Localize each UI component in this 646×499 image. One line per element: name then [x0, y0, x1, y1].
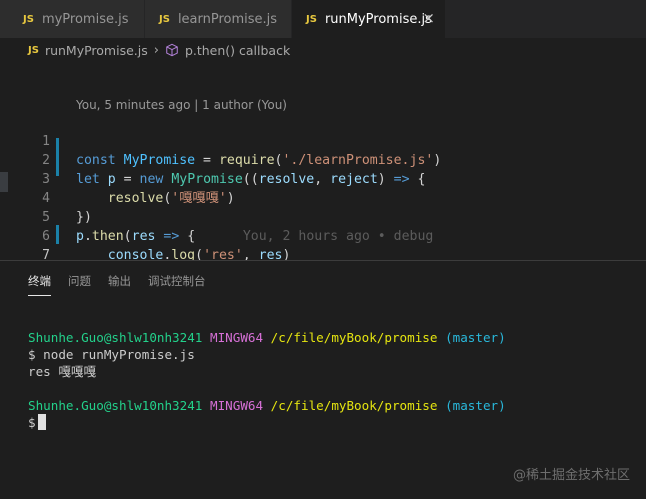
code-editor[interactable]: You, 5 minutes ago | 1 author (You) 1 co…: [0, 62, 646, 282]
codelens-blame[interactable]: You, 5 minutes ago | 1 author (You): [76, 98, 287, 112]
code-line-1: 1 const MyPromise = require('./learnProm…: [0, 113, 646, 168]
code-line-6: 6 console.log('res', res): [0, 208, 646, 263]
activity-indicator: [0, 172, 8, 192]
breadcrumb-file[interactable]: runMyPromise.js: [45, 43, 148, 58]
tab-learnpromise[interactable]: JS learnPromise.js: [145, 0, 291, 38]
tab-runmypromise[interactable]: JS runMyPromise.js ×: [292, 0, 445, 38]
javascript-file-icon: JS: [28, 44, 39, 56]
terminal-command: $ node runMyPromise.js: [28, 347, 195, 362]
terminal-branch: (master): [445, 330, 506, 345]
panel-tab-strip: 终端 问题 输出 调试控制台: [28, 273, 223, 296]
breadcrumb-symbol[interactable]: p.then() callback: [185, 43, 290, 58]
code-line-2: 2 let p = new MyPromise((resolve, reject…: [0, 132, 646, 187]
terminal-user: Shunhe.Guo@shlw10nh3241: [28, 398, 203, 413]
code-line-4: 4 }): [0, 170, 646, 225]
terminal-prompt-line: Shunhe.Guo@shlw10nh3241 MINGW64 /c/file/…: [28, 397, 506, 414]
javascript-file-icon: JS: [306, 13, 317, 25]
tab-problems[interactable]: 问题: [68, 273, 91, 296]
tab-mypromise[interactable]: JS myPromise.js: [0, 0, 144, 38]
editor-tab-bar: JS myPromise.js JS learnPromise.js JS ru…: [0, 0, 646, 38]
tab-label: myPromise.js: [41, 11, 129, 27]
code-line-7: 7 },()=>{}): [0, 227, 646, 282]
breadcrumb: JS runMyPromise.js › p.then() callback: [0, 38, 646, 62]
tab-debug-console[interactable]: 调试控制台: [148, 273, 206, 296]
code-line-5: 5 p.then(res => { You, 2 hours ago • deb…: [0, 189, 646, 244]
terminal-cursor: [37, 414, 46, 430]
terminal-output: res 嘎嘎嘎: [28, 364, 97, 379]
javascript-file-icon: JS: [23, 13, 34, 25]
terminal-env: MINGW64: [209, 398, 264, 413]
close-icon[interactable]: ×: [422, 11, 435, 26]
terminal-branch: (master): [445, 398, 506, 413]
terminal-prompt: $: [28, 415, 36, 430]
tab-label: runMyPromise.js: [324, 11, 432, 27]
terminal-path: /c/file/myBook/promise: [270, 330, 438, 345]
tab-terminal[interactable]: 终端: [28, 273, 51, 296]
code-line-3: 3 resolve('嘎嘎嘎'): [0, 151, 646, 206]
watermark: @稀土掘金技术社区: [512, 468, 630, 483]
javascript-file-icon: JS: [159, 13, 170, 25]
chevron-right-icon: ›: [153, 42, 159, 58]
terminal-prompt-line: Shunhe.Guo@shlw10nh3241 MINGW64 /c/file/…: [28, 329, 506, 346]
method-cube-icon: [166, 43, 178, 57]
terminal-env: MINGW64: [209, 330, 264, 345]
tab-output[interactable]: 输出: [108, 273, 131, 296]
terminal-input-line[interactable]: $: [28, 414, 46, 431]
terminal-user: Shunhe.Guo@shlw10nh3241: [28, 330, 203, 345]
tab-label: learnPromise.js: [177, 11, 278, 27]
terminal-path: /c/file/myBook/promise: [270, 398, 438, 413]
